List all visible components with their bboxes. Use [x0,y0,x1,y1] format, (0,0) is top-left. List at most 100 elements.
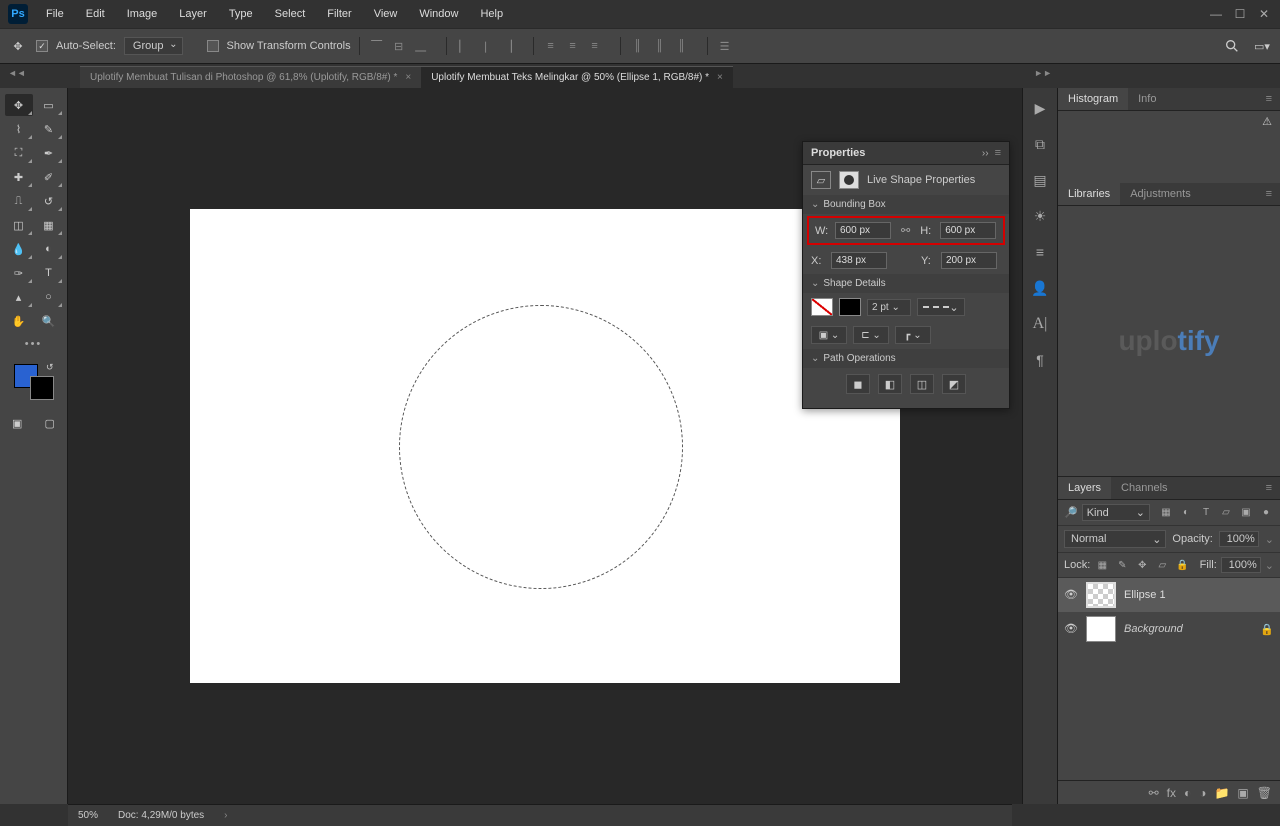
layer-row-background[interactable]: 👁 Background 🔒 [1058,612,1280,646]
lock-transparency-icon[interactable]: ▦ [1094,557,1110,573]
y-input[interactable] [941,252,997,269]
preset-icon[interactable]: ⧉ [1028,132,1052,156]
properties-header[interactable]: Properties ›› ≡ [803,142,1009,165]
marquee-tool[interactable]: ▭ [35,94,63,116]
collapse-left-arrow-icon[interactable]: ◄◄ [8,68,26,78]
document-tab-1[interactable]: Uplotify Membuat Tulisan di Photoshop @ … [80,66,421,88]
tab-layers[interactable]: Layers [1058,477,1111,499]
properties-collapse-icon[interactable]: ›› [982,148,989,159]
tab-1-close-icon[interactable]: × [405,72,411,83]
edit-toolbar-icon[interactable]: ••• [4,338,63,350]
filter-pixel-icon[interactable]: ▦ [1158,505,1174,521]
histogram-panel-menu-icon[interactable]: ≡ [1258,88,1280,110]
layer-name-ellipse[interactable]: Ellipse 1 [1124,589,1274,601]
gradient-tool[interactable]: ▦ [35,214,63,236]
workspace-switcher-icon[interactable]: ▭▾ [1252,36,1272,56]
align-left-icon[interactable]: ▏ [455,37,473,55]
paragraph-icon[interactable]: ¶ [1028,348,1052,372]
menu-filter[interactable]: Filter [317,4,361,24]
blur-tool[interactable]: 💧 [5,238,33,260]
maximize-button[interactable]: ☐ [1230,6,1250,22]
eraser-tool[interactable]: ◫ [5,214,33,236]
background-color[interactable] [30,376,54,400]
path-subtract-icon[interactable]: ◧ [878,374,902,394]
mask-properties-icon[interactable] [839,171,859,189]
pen-tool[interactable]: ✑ [5,262,33,284]
type-tool[interactable]: T [35,262,63,284]
auto-select-checkbox[interactable] [36,40,48,52]
tab-libraries[interactable]: Libraries [1058,183,1120,205]
adjust-dock-icon[interactable]: ☀ [1028,204,1052,228]
layer-fx-icon[interactable]: fx [1167,786,1176,800]
layer-row-ellipse[interactable]: 👁 Ellipse 1 [1058,578,1280,612]
crop-tool[interactable]: ⛶ [5,142,33,164]
show-transform-checkbox[interactable] [207,40,219,52]
menu-type[interactable]: Type [219,4,263,24]
minimize-button[interactable]: — [1206,6,1226,22]
align-hcenter-icon[interactable]: ❘ [477,37,495,55]
properties-dock-icon[interactable]: ▤ [1028,168,1052,192]
menu-help[interactable]: Help [470,4,513,24]
align-bottom-icon[interactable]: ⎽ [412,37,430,55]
lock-pixels-icon[interactable]: ✎ [1114,557,1130,573]
path-exclude-icon[interactable]: ◩ [942,374,966,394]
menu-image[interactable]: Image [117,4,168,24]
menu-window[interactable]: Window [409,4,468,24]
align-vcenter-icon[interactable]: ⊟ [390,37,408,55]
brush-tool[interactable]: ✐ [35,166,63,188]
menu-file[interactable]: File [36,4,74,24]
layer-name-background[interactable]: Background [1124,623,1252,635]
width-input[interactable] [835,222,891,239]
opacity-input[interactable]: 100% [1219,531,1259,547]
stroke-width-input[interactable]: 2 pt ⌄ [867,299,911,316]
search-icon[interactable] [1222,36,1242,56]
section-path-ops[interactable]: Path Operations [803,349,1009,368]
filter-smart-icon[interactable]: ▣ [1238,505,1254,521]
align-more-icon[interactable]: ☰ [716,37,734,55]
shape-tool[interactable]: ○ [35,286,63,308]
x-input[interactable] [831,252,887,269]
height-input[interactable] [940,222,996,239]
history-brush-tool[interactable]: ↺ [35,190,63,212]
color-swatches[interactable]: ↺ [12,362,56,402]
menu-layer[interactable]: Layer [169,4,217,24]
layer-kind-dropdown[interactable]: Kind⌄ [1082,504,1150,521]
close-button[interactable]: ✕ [1254,6,1274,22]
fill-swatch[interactable] [811,298,833,316]
tab-adjustments[interactable]: Adjustments [1120,183,1201,205]
path-intersect-icon[interactable]: ◫ [910,374,934,394]
quick-mask-icon[interactable]: ▣ [4,412,31,434]
dist-hcenter-icon[interactable]: ║ [651,37,669,55]
tab-info[interactable]: Info [1128,88,1166,110]
tab-histogram[interactable]: Histogram [1058,88,1128,110]
quick-select-tool[interactable]: ✎ [35,118,63,140]
properties-menu-icon[interactable]: ≡ [995,147,1001,159]
stroke-corners-dropdown[interactable]: ┏ ⌄ [895,326,931,344]
filter-shape-icon[interactable]: ▱ [1218,505,1234,521]
zoom-tool[interactable]: 🔍 [35,310,63,332]
lock-position-icon[interactable]: ✥ [1134,557,1150,573]
auto-select-dropdown[interactable]: Group [124,37,183,55]
visibility-toggle-icon[interactable]: 👁 [1064,588,1078,602]
fill-input[interactable]: 100% [1221,557,1261,573]
stroke-align-dropdown[interactable]: ▣ ⌄ [811,326,847,344]
link-layers-icon[interactable]: ⚯ [1149,786,1159,800]
path-combine-icon[interactable]: ◼ [846,374,870,394]
shape-properties-icon[interactable]: ▱ [811,171,831,189]
healing-tool[interactable]: ✚ [5,166,33,188]
user-icon[interactable]: 👤 [1028,276,1052,300]
actions-play-icon[interactable]: ▶ [1028,96,1052,120]
doc-info[interactable]: Doc: 4,29M/0 bytes [118,810,204,821]
ellipse-shape[interactable] [399,305,683,589]
lasso-tool[interactable]: ⌇ [5,118,33,140]
visibility-toggle-icon[interactable]: 👁 [1064,622,1078,636]
document-tab-2[interactable]: Uplotify Membuat Teks Melingkar @ 50% (E… [421,66,733,88]
collapse-right-arrow-icon[interactable]: ►► [1034,68,1052,78]
menu-view[interactable]: View [364,4,408,24]
lock-artboard-icon[interactable]: ▱ [1154,557,1170,573]
tab-channels[interactable]: Channels [1111,477,1177,499]
stamp-tool[interactable]: ⎍ [5,190,33,212]
section-shape-details[interactable]: Shape Details [803,274,1009,293]
sliders-icon[interactable]: ≡ [1028,240,1052,264]
move-tool[interactable]: ✥ [5,94,33,116]
